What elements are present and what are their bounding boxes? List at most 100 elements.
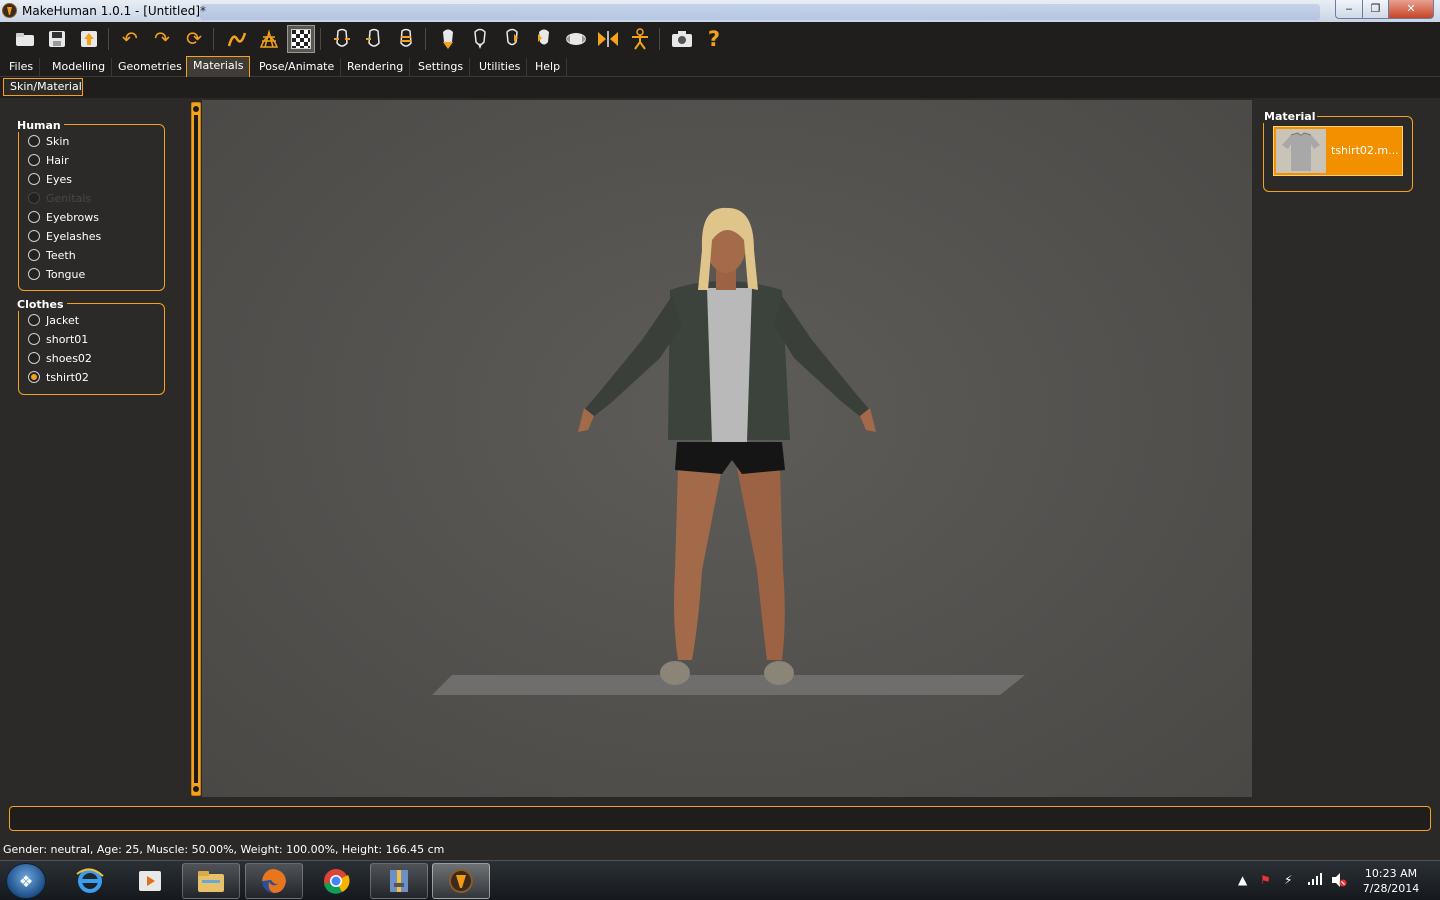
firefox-icon[interactable] [245, 863, 303, 899]
network-signal-icon[interactable] [1308, 873, 1324, 888]
radio-label: Eyelashes [46, 229, 102, 243]
radio-short01[interactable]: short01 [28, 331, 88, 347]
3d-viewport[interactable] [202, 100, 1252, 797]
tab-skin-material[interactable]: Skin/Material [3, 78, 83, 96]
radio-icon [28, 314, 40, 326]
material-item-selected[interactable]: tshirt02.m... [1273, 126, 1403, 176]
tab-utilities[interactable]: Utilities [473, 58, 528, 77]
radio-eyelashes[interactable]: Eyelashes [28, 228, 101, 244]
radio-shoes02[interactable]: shoes02 [28, 350, 92, 366]
radio-label: Eyes [46, 172, 72, 186]
top-view-icon[interactable] [466, 25, 494, 53]
makehuman-icon[interactable] [432, 863, 490, 899]
minimize-button[interactable]: ‒ [1335, 0, 1363, 19]
undo-icon[interactable]: ↶ [116, 25, 144, 53]
radio-label: Eyebrows [46, 210, 99, 224]
toolbar-separator [425, 28, 426, 50]
action-center-flag-icon[interactable]: ⚑ [1260, 873, 1271, 887]
clock-time: 10:23 AM [1364, 867, 1418, 880]
radio-eyes[interactable]: Eyes [28, 171, 72, 187]
progress-bar [9, 806, 1431, 831]
back-view-icon[interactable] [360, 25, 388, 53]
smooth-icon[interactable] [223, 25, 251, 53]
status-bar: Gender: neutral, Age: 25, Muscle: 50.00%… [0, 840, 1440, 860]
right-view-icon[interactable] [434, 25, 462, 53]
status-text: Gender: neutral, Age: 25, Muscle: 50.00%… [3, 843, 445, 856]
wireframe-icon[interactable] [255, 25, 283, 53]
splitter-track [194, 115, 198, 783]
radio-eyebrows[interactable]: Eyebrows [28, 209, 99, 225]
radio-hair[interactable]: Hair [28, 152, 69, 168]
radio-icon [28, 333, 40, 345]
radio-label: Teeth [46, 248, 76, 262]
radio-icon [28, 230, 40, 242]
main-toolbar: ↶ ↷ ⟳ ? [0, 22, 1440, 55]
chrome-icon[interactable] [307, 863, 365, 899]
archive-icon[interactable] [370, 863, 428, 899]
radio-jacket[interactable]: Jacket [28, 312, 79, 328]
reset-camera-icon[interactable] [530, 25, 558, 53]
main-tab-bar: Files Modelling Geometries Materials Pos… [0, 55, 1440, 77]
clock-date: 7/28/2014 [1362, 882, 1420, 895]
tab-pose-animate[interactable]: Pose/Animate [253, 58, 342, 77]
pose-icon[interactable] [562, 25, 590, 53]
radio-icon [28, 268, 40, 280]
toolbar-separator [108, 28, 109, 50]
redo-icon[interactable]: ↷ [148, 25, 176, 53]
radio-icon [28, 352, 40, 364]
volume-muted-icon[interactable] [1331, 873, 1347, 890]
bottom-view-icon[interactable] [498, 25, 526, 53]
toolbar-separator [213, 28, 214, 50]
radio-icon [28, 211, 40, 223]
radio-label: short01 [46, 332, 89, 346]
tab-materials[interactable]: Materials [186, 56, 251, 77]
splitter-cap-top [193, 106, 199, 112]
left-panel-splitter[interactable] [191, 102, 201, 796]
windows-logo-icon: ❖ [18, 871, 34, 891]
radio-label: Hair [46, 153, 69, 167]
help-icon[interactable]: ? [700, 25, 728, 53]
tshirt-thumbnail-icon [1276, 129, 1326, 173]
tab-geometries[interactable]: Geometries [112, 58, 189, 77]
system-clock[interactable]: 10:23 AM 7/28/2014 [1360, 866, 1422, 896]
symmetry-icon[interactable] [594, 25, 622, 53]
reset-icon[interactable]: ⟳ [180, 25, 208, 53]
start-button[interactable]: ❖ [6, 863, 46, 899]
tab-modelling[interactable]: Modelling [46, 58, 113, 77]
front-view-icon[interactable] [328, 25, 356, 53]
radio-tshirt02[interactable]: tshirt02 [28, 369, 89, 385]
export-icon[interactable] [75, 25, 103, 53]
save-icon[interactable] [43, 25, 71, 53]
background-icon[interactable] [287, 25, 315, 53]
maximize-button[interactable]: ❐ [1362, 0, 1389, 19]
file-explorer-icon[interactable] [182, 863, 240, 899]
left-view-icon[interactable] [392, 25, 420, 53]
windows-taskbar: ❖ ▲ ⚑ ⚡ 10:23 AM 7/28/2014 [0, 860, 1440, 900]
open-file-icon[interactable] [11, 25, 39, 53]
radio-label: Tongue [46, 267, 86, 281]
radio-tongue[interactable]: Tongue [28, 266, 85, 282]
clothes-group-title: Clothes [14, 298, 67, 311]
radio-icon [28, 135, 40, 147]
internet-explorer-icon[interactable] [61, 863, 119, 899]
media-player-icon[interactable] [121, 863, 179, 899]
radio-label: tshirt02 [46, 370, 89, 384]
screenshot-icon[interactable] [668, 25, 696, 53]
tab-rendering[interactable]: Rendering [341, 58, 411, 77]
title-bar: MakeHuman 1.0.1 - [Untitled]* ‒ ❐ ✕ [0, 0, 1440, 22]
radio-skin[interactable]: Skin [28, 133, 69, 149]
close-button[interactable]: ✕ [1388, 0, 1434, 19]
skeleton-icon[interactable] [626, 25, 654, 53]
radio-label: Genitals [46, 191, 92, 205]
radio-icon [28, 154, 40, 166]
window-title: MakeHuman 1.0.1 - [Untitled]* [22, 4, 207, 18]
radio-teeth[interactable]: Teeth [28, 247, 76, 263]
tab-settings[interactable]: Settings [412, 58, 471, 77]
tab-help[interactable]: Help [529, 58, 568, 77]
radio-icon [28, 192, 40, 204]
radio-label: shoes02 [46, 351, 92, 365]
tab-files[interactable]: Files [3, 58, 41, 77]
radio-icon [28, 173, 40, 185]
show-hidden-icons-icon[interactable]: ▲ [1238, 873, 1247, 887]
power-icon[interactable]: ⚡ [1284, 873, 1292, 887]
